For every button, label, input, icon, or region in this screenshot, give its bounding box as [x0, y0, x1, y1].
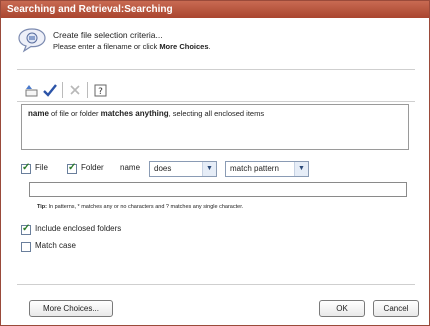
window-title: Searching and Retrieval:Searching	[1, 1, 429, 18]
include-enclosed-label: Include enclosed folders	[35, 224, 122, 233]
field-label: name	[120, 163, 141, 172]
toolbar-separator	[87, 82, 88, 98]
folder-label: Folder	[81, 163, 104, 172]
criteria-toolbar: ?	[23, 79, 109, 101]
svg-text:?: ?	[98, 87, 103, 97]
header-line2: Please enter a filename or click More Ch…	[53, 42, 211, 51]
pattern-tip: Tip: In patterns, * matches any or no ch…	[37, 204, 244, 210]
criteria-description: name of file or folder matches anything,…	[21, 104, 409, 150]
file-checkbox[interactable]: ✓	[21, 162, 31, 174]
more-choices-button[interactable]: More Choices...	[29, 300, 113, 317]
help-icon[interactable]: ?	[91, 81, 109, 99]
open-icon[interactable]	[23, 81, 41, 99]
chevron-down-icon: ▼	[294, 162, 308, 176]
ok-button[interactable]: OK	[319, 300, 365, 317]
include-enclosed-checkbox[interactable]: ✓	[21, 223, 31, 235]
check-icon[interactable]	[41, 81, 59, 99]
footer-divider	[17, 284, 415, 285]
toolbar-separator	[62, 82, 63, 98]
pattern-input[interactable]	[29, 182, 407, 197]
delete-icon[interactable]	[66, 81, 84, 99]
chevron-down-icon: ▼	[202, 162, 216, 176]
file-label: File	[35, 163, 48, 172]
operator-select[interactable]: does ▼	[149, 161, 217, 177]
search-dialog: Searching and Retrieval:Searching Create…	[0, 0, 430, 326]
toolbar-divider	[17, 101, 415, 102]
header-divider	[17, 69, 415, 70]
folder-checkbox[interactable]: ✓	[67, 162, 77, 174]
header-line1: Create file selection criteria...	[53, 30, 163, 40]
match-type-select[interactable]: match pattern ▼	[225, 161, 309, 177]
cancel-button[interactable]: Cancel	[373, 300, 419, 317]
search-criteria-icon	[17, 27, 47, 53]
match-case-checkbox[interactable]	[21, 242, 31, 252]
match-case-label: Match case	[35, 241, 76, 250]
